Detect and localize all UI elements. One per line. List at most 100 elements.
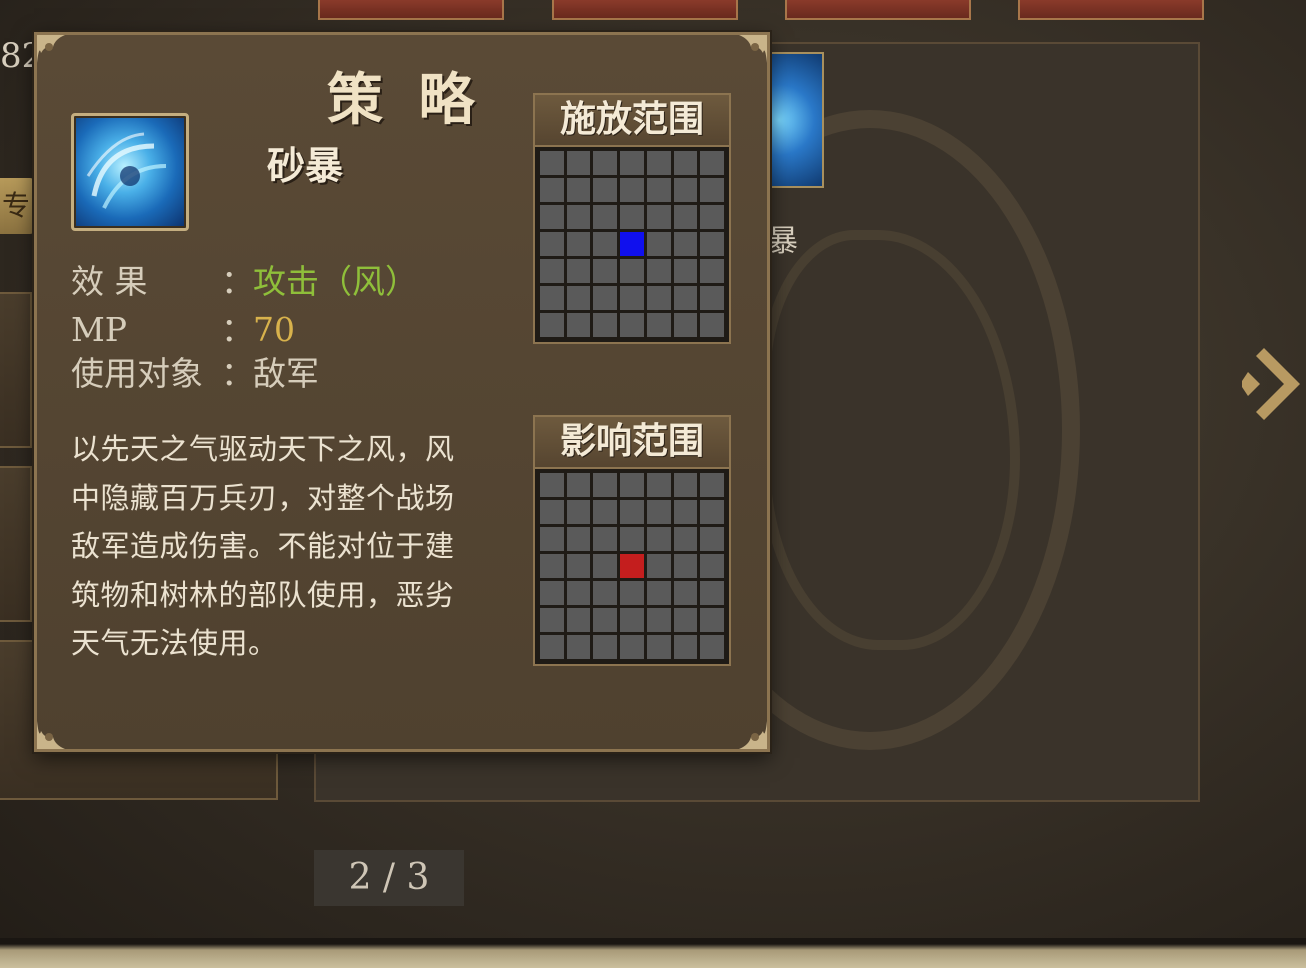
grid-cell: [673, 500, 698, 524]
grid-cell: [540, 259, 564, 283]
grid-cell: [646, 581, 671, 605]
grid-cell: [566, 473, 591, 497]
grid-cell: [566, 232, 591, 256]
grid-cell: [593, 581, 618, 605]
mp-value: 70: [253, 310, 295, 349]
grid-cell: [620, 500, 644, 524]
whirlwind-icon: [86, 132, 167, 209]
grid-cell: [566, 554, 591, 578]
left-tab-gold[interactable]: 专: [0, 178, 34, 234]
grid-cell: [620, 608, 644, 632]
grid-cell: [540, 232, 564, 256]
grid-cell: [620, 527, 644, 551]
skill-description: 以先天之气驱动天下之风，风中隐藏百万兵刃，对整个战场敌军造成伤害。不能对位于建筑…: [71, 432, 455, 660]
grid-cell: [673, 527, 698, 551]
grid-cell: [566, 259, 591, 283]
grid-cell: [700, 151, 724, 175]
grid-cell: [593, 608, 618, 632]
grid-cell: [700, 554, 724, 578]
grid-cell: [700, 313, 724, 337]
grid-cell: [646, 232, 671, 256]
corner-ornament-icon: [37, 35, 65, 63]
strategy-popup: 策 略 砂暴 效 果：攻击（风） MP ：70 使用对象 ：敌军 以先天之气驱动天下…: [34, 32, 770, 752]
grid-cell: [673, 151, 698, 175]
next-arrow-icon[interactable]: [1242, 344, 1302, 424]
popup-title: 策 略: [327, 67, 483, 133]
grid-cell: [700, 232, 724, 256]
grid-cell: [646, 527, 671, 551]
effect-label: 效 果: [71, 262, 148, 301]
grid-cell: [620, 473, 644, 497]
grid-cell: [566, 151, 591, 175]
top-tab-3[interactable]: [785, 0, 971, 20]
effect-range-box: 影响范围: [533, 415, 731, 666]
grid-cell: [646, 554, 671, 578]
grid-cell: [646, 259, 671, 283]
grid-cell: [593, 205, 618, 229]
colon: ：: [221, 262, 254, 301]
bottom-bar: [0, 938, 1306, 968]
grid-cell-center: [620, 554, 644, 578]
grid-cell: [566, 500, 591, 524]
grid-cell: [646, 205, 671, 229]
target-row: 使用对象 ：敌军: [71, 347, 319, 395]
grid-cell: [593, 554, 618, 578]
grid-cell: [620, 286, 644, 310]
grid-cell: [620, 205, 644, 229]
grid-cell: [540, 554, 564, 578]
left-list-item-2[interactable]: [0, 466, 32, 622]
grid-cell: [540, 581, 564, 605]
grid-cell: [646, 313, 671, 337]
top-tab-4[interactable]: [1018, 0, 1204, 20]
sandstorm-skill-icon: [71, 113, 189, 231]
corner-ornament-icon: [739, 721, 767, 749]
grid-cell: [540, 527, 564, 551]
effect-row: 效 果 ：攻击（风）: [71, 255, 418, 303]
effect-range-label: 影响范围: [535, 417, 729, 469]
corner-ornament-icon: [739, 35, 767, 63]
grid-cell: [700, 259, 724, 283]
grid-cell: [673, 178, 698, 202]
colon: ：: [221, 354, 254, 393]
grid-cell: [646, 151, 671, 175]
bg-skill-icon[interactable]: [768, 52, 824, 188]
grid-cell: [673, 286, 698, 310]
grid-cell: [540, 178, 564, 202]
grid-cell: [620, 259, 644, 283]
grid-cell: [673, 473, 698, 497]
grid-cell: [566, 178, 591, 202]
grid-cell: [593, 259, 618, 283]
grid-cell: [700, 473, 724, 497]
grid-cell: [566, 286, 591, 310]
grid-cell: [593, 527, 618, 551]
mp-label: MP: [71, 310, 127, 349]
grid-cell: [593, 178, 618, 202]
grid-cell: [673, 205, 698, 229]
grid-cell: [620, 313, 644, 337]
grid-cell: [700, 286, 724, 310]
grid-cell: [700, 500, 724, 524]
grid-cell: [566, 608, 591, 632]
grid-cell: [566, 581, 591, 605]
top-tab-2[interactable]: [552, 0, 738, 20]
grid-cell: [566, 205, 591, 229]
cast-range-box: 施放范围: [533, 93, 731, 344]
grid-cell: [700, 581, 724, 605]
top-tab-1[interactable]: [318, 0, 504, 20]
grid-cell: [540, 151, 564, 175]
grid-cell: [566, 313, 591, 337]
grid-cell: [700, 178, 724, 202]
grid-cell: [540, 286, 564, 310]
grid-cell: [540, 313, 564, 337]
grid-cell: [540, 635, 564, 659]
grid-cell: [673, 259, 698, 283]
mp-row: MP ：70: [71, 303, 295, 351]
grid-cell: [700, 205, 724, 229]
left-tab-label: 专: [2, 189, 31, 222]
cast-range-grid: [535, 147, 729, 342]
grid-cell: [700, 608, 724, 632]
cast-range-label: 施放范围: [535, 95, 729, 147]
left-list-item-1[interactable]: [0, 292, 32, 448]
grid-cell: [673, 554, 698, 578]
grid-cell: [620, 635, 644, 659]
